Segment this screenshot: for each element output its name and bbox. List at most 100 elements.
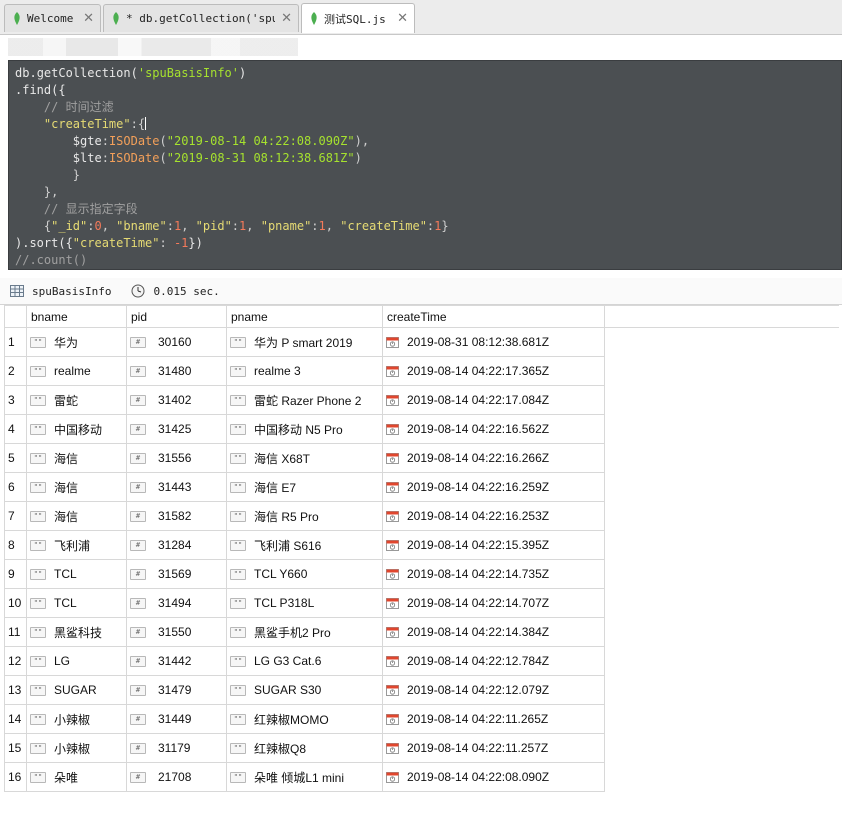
cell-bname[interactable]: "" realme xyxy=(26,356,127,386)
cell-pname[interactable]: "" 海信 X68T xyxy=(226,443,383,473)
cell-pname[interactable]: "" 朵唯 倾城L1 mini xyxy=(226,762,383,792)
cell-pid[interactable]: #31425 xyxy=(126,414,227,444)
cell-pid[interactable]: #31449 xyxy=(126,704,227,734)
cell-bname[interactable]: "" 海信 xyxy=(26,443,127,473)
code-token: "bname" xyxy=(116,219,167,233)
cell-createtime[interactable]: 2019-08-14 04:22:17.084Z xyxy=(382,385,605,415)
close-icon[interactable]: ✕ xyxy=(281,11,292,26)
cell-bname[interactable]: "" 飞利浦 xyxy=(26,530,127,560)
table-row[interactable]: 4 "" 中国移动 #31425 "" 中国移动 N5 Pro 2019-08-14 04:… xyxy=(4,414,839,444)
table-row[interactable]: 13 "" SUGAR #31479 "" SUGAR S30 2019-08-14 04:… xyxy=(4,675,839,705)
code-token: ISODate xyxy=(108,151,160,165)
string-type-icon: "" xyxy=(230,626,246,638)
table-row[interactable]: 15 "" 小辣椒 #31179 "" 红辣椒Q8 2019-08-14 04:22:11.… xyxy=(4,733,839,763)
cell-bname[interactable]: "" 雷蛇 xyxy=(26,385,127,415)
cell-pname[interactable]: "" 中国移动 N5 Pro xyxy=(226,414,383,444)
cell-createtime[interactable]: 2019-08-14 04:22:12.784Z xyxy=(382,646,605,676)
table-row[interactable]: 16 "" 朵唯 #21708 "" 朵唯 倾城L1 mini 2019-08-14 04:… xyxy=(4,762,839,792)
cell-pid[interactable]: #31442 xyxy=(126,646,227,676)
cell-createtime[interactable]: 2019-08-14 04:22:14.735Z xyxy=(382,559,605,589)
cell-pid[interactable]: #31480 xyxy=(126,356,227,386)
table-row[interactable]: 8 "" 飞利浦 #31284 "" 飞利浦 S616 2019-08-14 04:22:1… xyxy=(4,530,839,560)
empty-cell xyxy=(605,357,839,386)
table-row[interactable]: 10 "" TCL #31494 "" TCL P318L 2019-08-14 04:22… xyxy=(4,588,839,618)
table-row[interactable]: 3 "" 雷蛇 #31402 "" 雷蛇 Razer Phone 2 2019-08-14 … xyxy=(4,385,839,415)
string-type-icon: "" xyxy=(230,713,246,725)
tab-welcome[interactable]: Welcome ✕ xyxy=(4,4,101,32)
cell-pname[interactable]: "" realme 3 xyxy=(226,356,383,386)
cell-createtime[interactable]: 2019-08-14 04:22:16.562Z xyxy=(382,414,605,444)
cell-pname[interactable]: "" 海信 R5 Pro xyxy=(226,501,383,531)
cell-bname[interactable]: "" TCL xyxy=(26,559,127,589)
code-editor[interactable]: db.getCollection('spuBasisInfo') .find({ … xyxy=(8,60,842,270)
cell-pname[interactable]: "" 华为 P smart 2019 xyxy=(226,327,383,357)
cell-createtime[interactable]: 2019-08-14 04:22:14.707Z xyxy=(382,588,605,618)
cell-pid[interactable]: #31550 xyxy=(126,617,227,647)
table-row[interactable]: 5 "" 海信 #31556 "" 海信 X68T 2019-08-14 04:22:16.… xyxy=(4,443,839,473)
cell-bname[interactable]: "" 华为 xyxy=(26,327,127,357)
table-row[interactable]: 12 "" LG #31442 "" LG G3 Cat.6 2019-08-14 04:2… xyxy=(4,646,839,676)
tab-query[interactable]: * db.getCollection('spuB… ✕ xyxy=(103,4,299,32)
cell-createtime[interactable]: 2019-08-14 04:22:15.395Z xyxy=(382,530,605,560)
cell-pname[interactable]: "" 海信 E7 xyxy=(226,472,383,502)
cell-createtime[interactable]: 2019-08-14 04:22:11.257Z xyxy=(382,733,605,763)
table-row[interactable]: 7 "" 海信 #31582 "" 海信 R5 Pro 2019-08-14 04:22:1… xyxy=(4,501,839,531)
cell-pid[interactable]: #21708 xyxy=(126,762,227,792)
cell-pname[interactable]: "" TCL P318L xyxy=(226,588,383,618)
table-row[interactable]: 2 "" realme #31480 "" realme 3 2019-08-14 04:2… xyxy=(4,356,839,386)
cell-pid[interactable]: #31479 xyxy=(126,675,227,705)
cell-bname[interactable]: "" 小辣椒 xyxy=(26,733,127,763)
cell-bname[interactable]: "" SUGAR xyxy=(26,675,127,705)
cell-createtime[interactable]: 2019-08-31 08:12:38.681Z xyxy=(382,327,605,357)
cell-bname[interactable]: "" 小辣椒 xyxy=(26,704,127,734)
cell-text: 海信 xyxy=(54,509,79,524)
cell-pid[interactable]: #31582 xyxy=(126,501,227,531)
tab-script[interactable]: 测试SQL.js ✕ xyxy=(301,3,415,33)
cell-pname[interactable]: "" TCL Y660 xyxy=(226,559,383,589)
cell-bname[interactable]: "" 海信 xyxy=(26,501,127,531)
cell-bname[interactable]: "" LG xyxy=(26,646,127,676)
cell-pid[interactable]: #31402 xyxy=(126,385,227,415)
cell-createtime[interactable]: 2019-08-14 04:22:08.090Z xyxy=(382,762,605,792)
cell-pname[interactable]: "" 红辣椒MOMO xyxy=(226,704,383,734)
table-row[interactable]: 14 "" 小辣椒 #31449 "" 红辣椒MOMO 2019-08-14 04:22:1… xyxy=(4,704,839,734)
cell-bname[interactable]: "" TCL xyxy=(26,588,127,618)
cell-pid[interactable]: #31494 xyxy=(126,588,227,618)
column-header-createtime[interactable]: createTime xyxy=(382,305,605,328)
cell-pid[interactable]: #31284 xyxy=(126,530,227,560)
code-token: : xyxy=(101,134,109,148)
cell-createtime[interactable]: 2019-08-14 04:22:16.253Z xyxy=(382,501,605,531)
cell-pname[interactable]: "" 黑鲨手机2 Pro xyxy=(226,617,383,647)
column-header-bname[interactable]: bname xyxy=(26,305,127,328)
cell-createtime[interactable]: 2019-08-14 04:22:11.265Z xyxy=(382,704,605,734)
column-header-pname[interactable]: pname xyxy=(226,305,383,328)
table-row[interactable]: 9 "" TCL #31569 "" TCL Y660 2019-08-14 04:22:1… xyxy=(4,559,839,589)
cell-pname[interactable]: "" SUGAR S30 xyxy=(226,675,383,705)
column-header-pid[interactable]: pid xyxy=(126,305,227,328)
cell-bname[interactable]: "" 中国移动 xyxy=(26,414,127,444)
cell-pname[interactable]: "" 红辣椒Q8 xyxy=(226,733,383,763)
code-token: 'spuBasisInfo' xyxy=(137,66,239,80)
cell-createtime[interactable]: 2019-08-14 04:22:14.384Z xyxy=(382,617,605,647)
cell-pid[interactable]: #31179 xyxy=(126,733,227,763)
cell-pname[interactable]: "" LG G3 Cat.6 xyxy=(226,646,383,676)
number-type-icon: # xyxy=(130,423,146,435)
cell-bname[interactable]: "" 朵唯 xyxy=(26,762,127,792)
close-icon[interactable]: ✕ xyxy=(397,11,408,26)
cell-pid[interactable]: #31443 xyxy=(126,472,227,502)
cell-bname[interactable]: "" 海信 xyxy=(26,472,127,502)
cell-bname[interactable]: "" 黑鲨科技 xyxy=(26,617,127,647)
cell-createtime[interactable]: 2019-08-14 04:22:17.365Z xyxy=(382,356,605,386)
cell-createtime[interactable]: 2019-08-14 04:22:12.079Z xyxy=(382,675,605,705)
table-row[interactable]: 11 "" 黑鲨科技 #31550 "" 黑鲨手机2 Pro 2019-08-14 04:2… xyxy=(4,617,839,647)
table-row[interactable]: 6 "" 海信 #31443 "" 海信 E7 2019-08-14 04:22:16.25… xyxy=(4,472,839,502)
cell-pid[interactable]: #31556 xyxy=(126,443,227,473)
cell-pname[interactable]: "" 飞利浦 S616 xyxy=(226,530,383,560)
cell-pid[interactable]: #30160 xyxy=(126,327,227,357)
cell-pname[interactable]: "" 雷蛇 Razer Phone 2 xyxy=(226,385,383,415)
table-row[interactable]: 1 "" 华为 #30160 "" 华为 P smart 2019 2019-08-31 0… xyxy=(4,327,839,357)
close-icon[interactable]: ✕ xyxy=(83,11,94,26)
cell-createtime[interactable]: 2019-08-14 04:22:16.266Z xyxy=(382,443,605,473)
cell-createtime[interactable]: 2019-08-14 04:22:16.259Z xyxy=(382,472,605,502)
cell-pid[interactable]: #31569 xyxy=(126,559,227,589)
